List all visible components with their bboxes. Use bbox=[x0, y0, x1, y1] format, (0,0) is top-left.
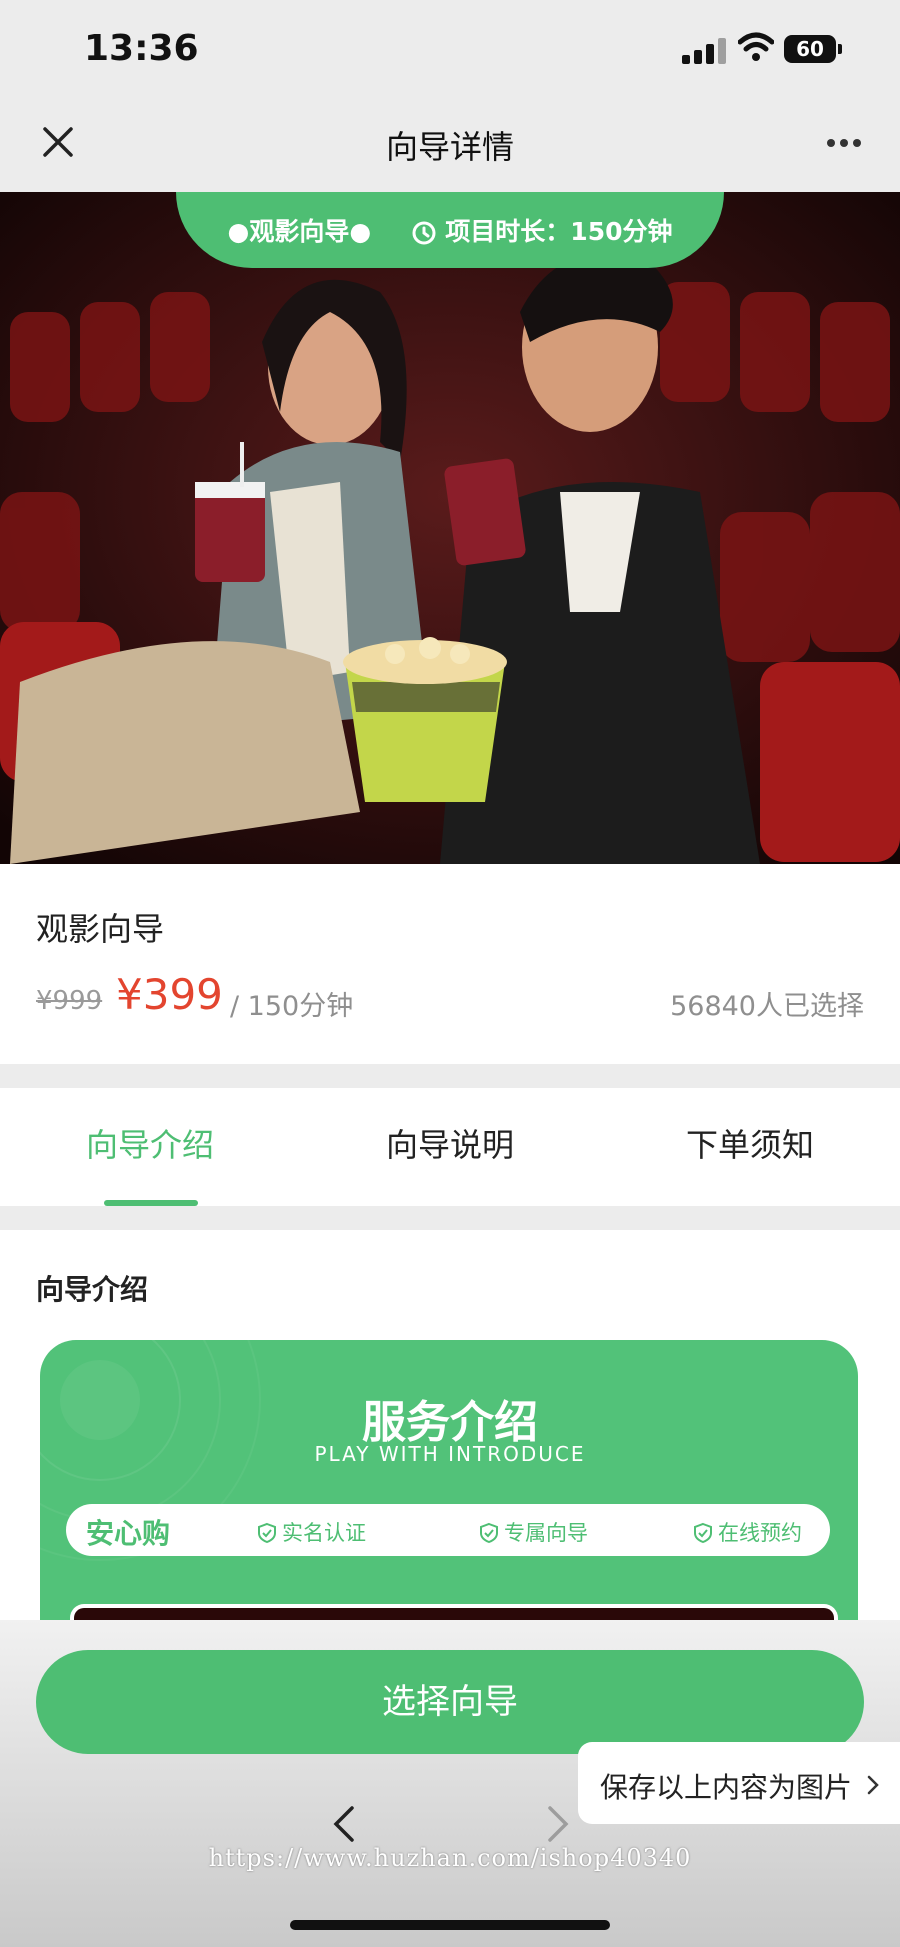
section-title: 向导介绍 bbox=[36, 1273, 149, 1306]
page-title: 向导详情 bbox=[385, 128, 514, 166]
hero-image bbox=[0, 192, 900, 864]
product-info-card bbox=[0, 864, 900, 1064]
battery-icon: 60 bbox=[784, 35, 836, 63]
forward-arrow-icon[interactable] bbox=[544, 1804, 572, 1844]
tab-guide-intro[interactable]: 向导介绍 bbox=[0, 1120, 300, 1166]
watermark: https://www.huzhan.com/ishop40340 bbox=[208, 1844, 692, 1872]
active-tab-indicator bbox=[104, 1200, 198, 1206]
back-arrow-icon[interactable] bbox=[330, 1804, 358, 1844]
badge-real-name: 实名认证 bbox=[256, 1517, 366, 1547]
hero-tag-left: ●观影向导● bbox=[227, 217, 372, 246]
home-indicator bbox=[290, 1920, 610, 1930]
assurance-label: 安心购 bbox=[86, 1517, 171, 1550]
badge-label: 在线预约 bbox=[718, 1521, 802, 1545]
tab-guide-description[interactable]: 向导说明 bbox=[300, 1120, 600, 1166]
original-price: ¥999 bbox=[36, 986, 103, 1016]
badge-exclusive-guide: 专属向导 bbox=[478, 1517, 588, 1547]
shield-check-icon bbox=[694, 1522, 712, 1544]
chevron-right-icon bbox=[867, 1775, 879, 1795]
service-intro-card bbox=[40, 1340, 858, 1630]
wifi-icon bbox=[738, 32, 774, 61]
service-subtitle: PLAY WITH INTRODUCE bbox=[314, 1442, 586, 1466]
hero-tag-text: ●观影向导● 项目时长：150分钟 bbox=[176, 212, 724, 248]
signal-icon bbox=[682, 38, 726, 64]
tab-order-notice[interactable]: 下单须知 bbox=[600, 1120, 900, 1166]
shield-check-icon bbox=[258, 1522, 276, 1544]
badge-label: 实名认证 bbox=[282, 1521, 366, 1545]
product-title: 观影向导 bbox=[36, 910, 165, 948]
select-guide-button[interactable]: 选择向导 bbox=[36, 1650, 864, 1754]
save-as-image-label: 保存以上内容为图片 bbox=[600, 1771, 853, 1804]
battery-tip bbox=[838, 44, 842, 54]
service-title: 服务介绍 bbox=[362, 1397, 538, 1448]
selected-count: 56840人已选择 bbox=[670, 991, 864, 1022]
status-time: 13:36 bbox=[84, 28, 199, 69]
more-icon[interactable] bbox=[826, 137, 862, 149]
shield-check-icon bbox=[480, 1522, 498, 1544]
hero-tag-right: 项目时长：150分钟 bbox=[445, 217, 673, 246]
price-duration: / 150分钟 bbox=[230, 991, 354, 1022]
clock-icon bbox=[412, 221, 436, 245]
current-price: ¥399 bbox=[116, 970, 223, 1019]
badge-online-booking: 在线预约 bbox=[692, 1517, 802, 1547]
badge-label: 专属向导 bbox=[504, 1521, 588, 1545]
